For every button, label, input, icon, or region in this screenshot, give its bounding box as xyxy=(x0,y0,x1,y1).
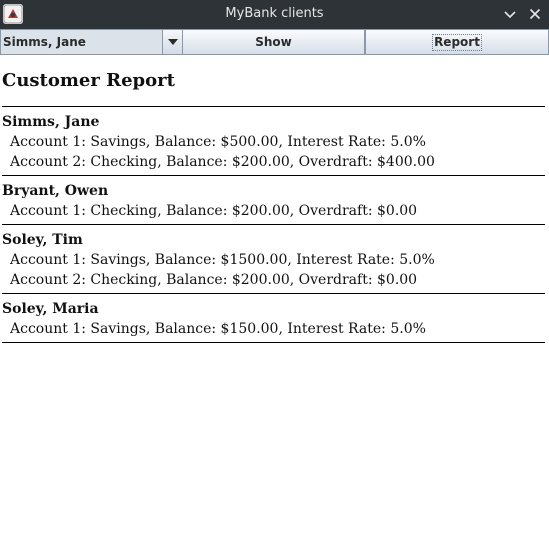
show-button[interactable]: Show xyxy=(182,29,365,55)
account-line: Account 1: Savings, Balance: $500.00, In… xyxy=(10,134,426,150)
account-line: Account 2: Checking, Balance: $200.00, O… xyxy=(10,154,435,170)
toolbar: Simms, Jane Show Report xyxy=(0,29,549,55)
report-panel: Customer Report Simms, Jane Account 1: Sa… xyxy=(0,55,549,554)
customer-list: Simms, Jane Account 1: Savings, Balance: … xyxy=(2,106,545,343)
minimize-icon[interactable] xyxy=(499,3,521,25)
client-select[interactable]: Simms, Jane xyxy=(0,29,182,55)
customer-entry: Soley, Maria Account 1: Savings, Balance:… xyxy=(2,293,545,343)
customer-entry: Bryant, Owen Account 1: Checking, Balance… xyxy=(2,175,545,224)
customer-name: Soley, Tim xyxy=(2,232,83,248)
account-line: Account 1: Checking, Balance: $200.00, O… xyxy=(10,203,418,219)
customer-entry: Soley, Tim Account 1: Savings, Balance: $… xyxy=(2,224,545,293)
customer-name: Soley, Maria xyxy=(2,301,99,317)
client-select-value: Simms, Jane xyxy=(3,35,86,49)
close-icon[interactable] xyxy=(524,3,546,25)
customer-name: Simms, Jane xyxy=(2,114,100,130)
account-line: Account 2: Checking, Balance: $200.00, O… xyxy=(10,272,418,288)
dropdown-arrow-icon[interactable] xyxy=(162,30,182,54)
report-button-label: Report xyxy=(432,33,482,51)
report-button[interactable]: Report xyxy=(365,29,549,55)
title-bar: MyBank clients xyxy=(0,0,549,29)
page-title: Customer Report xyxy=(2,70,175,91)
show-button-label: Show xyxy=(255,35,292,49)
window-title: MyBank clients xyxy=(225,6,324,21)
customer-entry: Simms, Jane Account 1: Savings, Balance: … xyxy=(2,106,545,175)
customer-name: Bryant, Owen xyxy=(2,183,109,199)
account-line: Account 1: Savings, Balance: $150.00, In… xyxy=(10,321,426,337)
account-line: Account 1: Savings, Balance: $1500.00, I… xyxy=(10,252,435,268)
